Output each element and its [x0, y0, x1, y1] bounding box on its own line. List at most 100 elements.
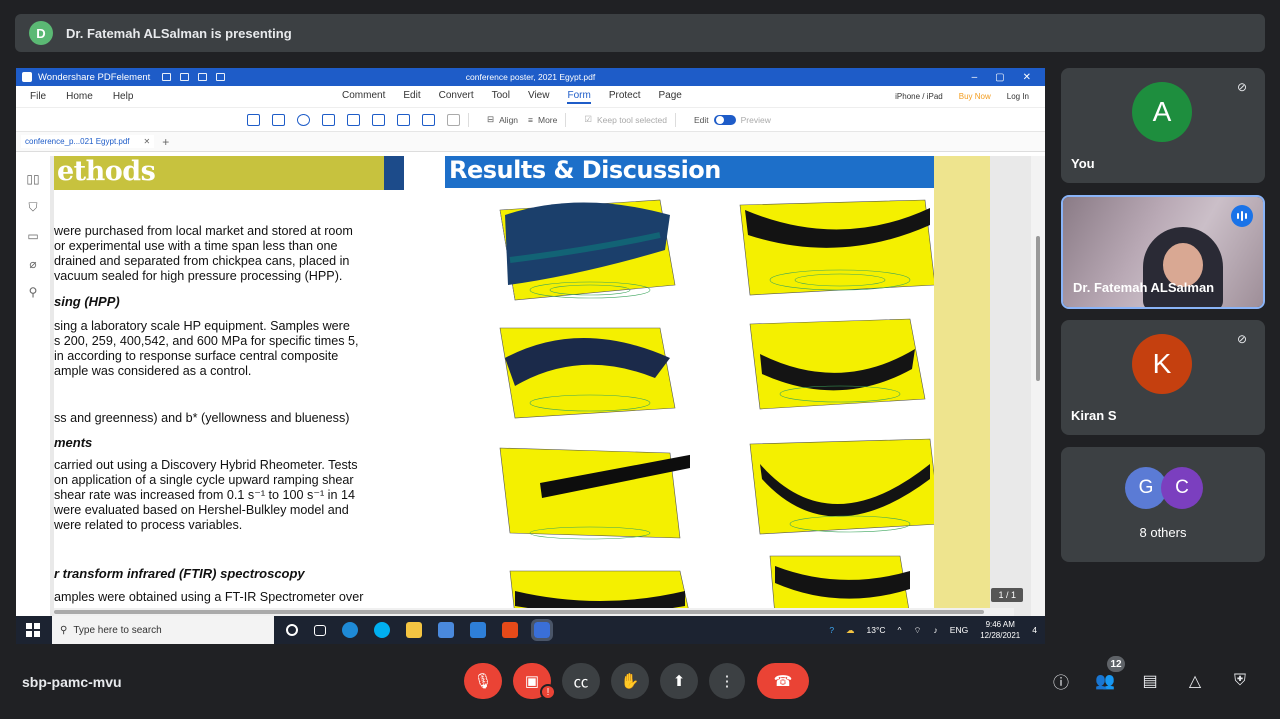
edge-icon[interactable]	[342, 622, 358, 638]
chat-icon[interactable]: ▤	[1139, 670, 1161, 692]
edit-label: Edit	[693, 114, 709, 125]
pdfelement-taskbar-icon[interactable]	[531, 619, 553, 641]
mail-icon[interactable]	[198, 73, 208, 81]
participant-tile-you[interactable]: A ⊘ You	[1061, 68, 1265, 183]
activities-icon[interactable]: △	[1184, 670, 1206, 692]
skype-icon[interactable]	[374, 622, 390, 638]
menu-edit[interactable]: Edit	[403, 90, 420, 104]
present-button[interactable]: ⬆	[660, 663, 698, 699]
menu-comment[interactable]: Comment	[342, 90, 385, 104]
office-icon[interactable]	[502, 622, 518, 638]
comment-icon[interactable]: ▭	[27, 229, 38, 243]
mic-button[interactable]: 🎙	[464, 663, 502, 699]
info-icon[interactable]: ⓘ	[1050, 670, 1072, 692]
participant-tile-presenter[interactable]: Dr. Fatemah ALSalman	[1061, 195, 1265, 309]
scroll-thumb[interactable]	[1036, 236, 1040, 381]
help-icon[interactable]: ?	[829, 625, 834, 635]
captions-button[interactable]: ㏄	[562, 663, 600, 699]
button-icon[interactable]	[372, 113, 385, 126]
folder-icon[interactable]	[162, 73, 172, 81]
network-icon[interactable]: ⌔	[914, 625, 922, 636]
methods-para-3: ss and greenness) and b* (yellowness and…	[54, 411, 350, 425]
taskbar-search[interactable]: ⚲ Type here to search	[52, 616, 274, 644]
menu-convert[interactable]: Convert	[439, 90, 474, 104]
iphone-ipad-link[interactable]: iPhone / iPad	[895, 92, 943, 101]
host-controls-icon[interactable]: ⛨	[1229, 670, 1251, 692]
cortana-icon[interactable]	[286, 624, 298, 636]
keep-tool-selected[interactable]: ☑ Keep tool selected	[584, 114, 667, 125]
close-tab-icon[interactable]: ✕	[144, 137, 151, 146]
thumbnails-icon[interactable]: ▯▯	[26, 172, 39, 186]
buy-now-link[interactable]: Buy Now	[959, 92, 991, 101]
maximize-icon[interactable]: ▢	[995, 72, 1004, 83]
tab-label: conference_p...021 Egypt.pdf	[25, 137, 130, 146]
menu-help[interactable]: Help	[113, 91, 134, 102]
checkbox-icon: ☑	[584, 114, 592, 124]
search-icon[interactable]: ⚲	[29, 285, 38, 299]
page-indicator: 1 / 1	[991, 588, 1023, 602]
presenting-text: Dr. Fatemah ALSalman is presenting	[66, 25, 292, 41]
align-menu[interactable]: ⊟ Align	[487, 114, 518, 125]
menu-form[interactable]: Form	[567, 90, 591, 104]
close-icon[interactable]: ✕	[1023, 72, 1031, 83]
scroll-thumb[interactable]	[54, 610, 984, 614]
menu-tool[interactable]: Tool	[492, 90, 510, 104]
vertical-scrollbar[interactable]	[1031, 156, 1045, 616]
quick-tools	[162, 73, 226, 81]
results-title: Results & Discussion	[449, 156, 721, 184]
mail-icon[interactable]	[470, 622, 486, 638]
alert-icon: !	[540, 684, 556, 700]
document-tabbar: conference_p...021 Egypt.pdf ✕ +	[16, 132, 1045, 152]
list-box-icon[interactable]	[347, 113, 360, 126]
text-line: were evaluated based on Hershel-Bulkley …	[54, 503, 349, 517]
store-icon[interactable]	[438, 622, 454, 638]
more-menu[interactable]: ≡ More	[528, 115, 557, 125]
edit-preview-toggle[interactable]: Edit Preview	[693, 114, 771, 125]
menu-page[interactable]: Page	[659, 90, 682, 104]
signature-icon[interactable]	[422, 113, 435, 126]
checkbox-icon[interactable]	[272, 113, 285, 126]
results-header: Results & Discussion	[445, 156, 971, 188]
text-field-icon[interactable]	[247, 113, 260, 126]
participant-tile-kiran[interactable]: K ⊘ Kiran S	[1061, 320, 1265, 435]
bookmark-icon[interactable]: ⛉	[28, 200, 37, 215]
file-explorer-icon[interactable]	[406, 622, 422, 638]
leave-call-button[interactable]: ☎	[757, 663, 809, 699]
methods-heading-ftir: r transform infrared (FTIR) spectroscopy	[54, 566, 305, 581]
image-field-icon[interactable]	[397, 113, 410, 126]
attachment-icon[interactable]: ⌀	[29, 257, 36, 271]
text-line: on application of a single cycle upward …	[54, 473, 354, 487]
document-area: ▯▯ ⛉ ▭ ⌀ ⚲ ethods Results & Discussion w…	[16, 156, 1045, 616]
radio-button-icon[interactable]	[297, 113, 310, 126]
taskbar-apps	[286, 619, 553, 641]
eraser-icon[interactable]	[447, 113, 460, 126]
print-icon[interactable]	[216, 73, 226, 81]
participant-tile-others[interactable]: G C 8 others	[1061, 447, 1265, 562]
clock[interactable]: 9:46 AM 12/28/2021	[980, 619, 1020, 641]
language-indicator[interactable]: ENG	[950, 625, 968, 635]
presenting-banner: D Dr. Fatemah ALSalman is presenting	[15, 14, 1265, 52]
horizontal-scrollbar[interactable]	[54, 608, 1014, 616]
save-icon[interactable]	[180, 73, 190, 81]
minimize-icon[interactable]: –	[972, 72, 978, 83]
toggle-switch[interactable]	[713, 114, 736, 125]
people-icon[interactable]: 👥	[1094, 670, 1116, 692]
task-view-icon[interactable]	[314, 624, 326, 636]
document-tab[interactable]: conference_p...021 Egypt.pdf ✕	[21, 135, 155, 148]
camera-off-icon: ▣	[524, 673, 540, 690]
menu-view[interactable]: View	[528, 90, 550, 104]
more-options-button[interactable]: ⋮	[709, 663, 745, 699]
combo-box-icon[interactable]	[322, 113, 335, 126]
raise-hand-button[interactable]: ✋	[611, 663, 649, 699]
login-link[interactable]: Log In	[1007, 92, 1029, 101]
weather-icon[interactable]: ☁	[846, 625, 855, 636]
notification-icon[interactable]: 4	[1032, 625, 1037, 635]
chevron-up-icon[interactable]: ^	[898, 625, 902, 635]
methods-para-4: carried out using a Discovery Hybrid Rhe…	[54, 458, 400, 533]
new-tab-icon[interactable]: +	[162, 135, 169, 149]
menu-protect[interactable]: Protect	[609, 90, 641, 104]
menu-file[interactable]: File	[30, 91, 46, 102]
volume-icon[interactable]: ♪	[934, 625, 938, 635]
windows-start-icon[interactable]	[26, 623, 40, 637]
menu-home[interactable]: Home	[66, 91, 93, 102]
